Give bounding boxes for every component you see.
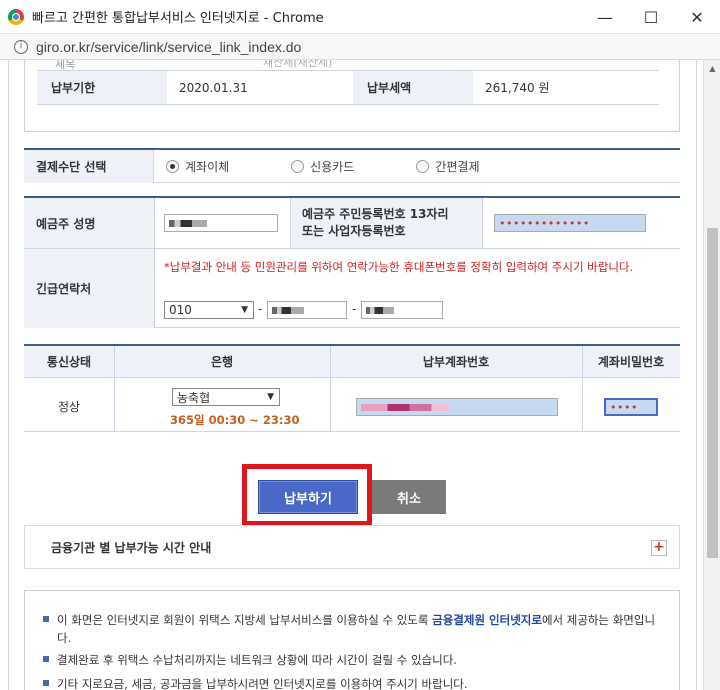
info-bar-label: 금융기관 별 납부가능 시간 안내 <box>51 540 212 555</box>
col-header-account-no: 납부계좌번호 <box>330 346 582 378</box>
divider <box>114 346 115 432</box>
radio-unselected-icon[interactable] <box>291 159 305 173</box>
status-value: 정상 <box>57 400 81 414</box>
bank-hours-text: 365일 00:30 ~ 23:30 <box>170 413 300 427</box>
cancel-button[interactable]: 취소 <box>372 480 446 514</box>
window-controls: — ☐ ✕ <box>582 0 720 34</box>
bill-summary-box: 세목 재산세(재산세) 납부기한 2020.01.31 납부세액 261,740… <box>24 60 680 132</box>
bullet-icon <box>43 680 49 686</box>
radio-account-transfer[interactable]: 계좌이체 <box>166 158 229 175</box>
tax-amount-value: 261,740 원 <box>485 81 550 95</box>
radio-label: 신용카드 <box>310 159 355 174</box>
depositor-id-label-line2: 또는 사업자등록번호 <box>302 224 406 238</box>
payment-method-row: 결제수단 선택 계좌이체 신용카드 간편결제 <box>24 148 680 183</box>
depositor-table: 예금주 성명 예금주 주민등록번호 13자리 또는 사업자등록번호 ••••••… <box>24 196 680 328</box>
col-header-password: 계좌비밀번호 <box>582 346 680 378</box>
depositor-name-label: 예금주 성명 <box>24 198 154 248</box>
frame-border-left <box>8 60 9 690</box>
window-title: 빠르고 간편한 통합납부서비스 인터넷지로 - Chrome <box>32 11 324 26</box>
dropdown-arrow-icon: ▼ <box>267 392 274 402</box>
phone-prefix-value: 010 <box>169 303 192 317</box>
notice-highlight: 금융결제원 인터넷지로 <box>432 613 542 627</box>
radio-selected-icon[interactable] <box>166 159 179 173</box>
phone-dash: - <box>258 302 263 316</box>
partial-value: 재산세(재산세) <box>263 60 333 69</box>
divider <box>290 198 291 248</box>
col-header-bank: 은행 <box>114 346 330 378</box>
radio-unselected-icon[interactable] <box>416 159 430 173</box>
close-button[interactable]: ✕ <box>674 0 720 34</box>
due-date-label: 납부기한 <box>37 71 167 104</box>
depositor-id-input[interactable]: ••••••••••••• <box>494 214 646 232</box>
divider <box>154 198 155 328</box>
page-content: 세목 재산세(재산세) 납부기한 2020.01.31 납부세액 261,740… <box>0 60 703 690</box>
notice-text: 결제완료 후 위택스 수납처리까지는 네트워크 상황에 따라 시간이 걸릴 수 … <box>57 653 457 667</box>
depositor-id-label: 예금주 주민등록번호 13자리 또는 사업자등록번호 <box>290 198 482 248</box>
col-header-status: 통신상태 <box>24 346 114 378</box>
radio-credit-card[interactable]: 신용카드 <box>291 158 354 175</box>
divider <box>482 198 483 248</box>
account-password-input[interactable]: •••• <box>604 398 658 416</box>
expand-plus-icon[interactable]: + <box>651 540 667 556</box>
account-table: 통신상태 은행 납부계좌번호 계좌비밀번호 정상 농축협 ▼ 365일 00:3… <box>24 344 680 432</box>
divider <box>330 346 331 432</box>
scroll-thumb[interactable] <box>707 228 718 558</box>
bullet-icon <box>43 656 49 662</box>
radio-label: 계좌이체 <box>185 159 230 174</box>
maximize-button[interactable]: ☐ <box>628 0 674 34</box>
notice-item: 이 화면은 인터넷지로 회원이 위택스 지방세 납부서비스를 이용하실 수 있도… <box>43 611 663 647</box>
bank-hours-info-bar[interactable]: 금융기관 별 납부가능 시간 안내 + <box>24 525 680 569</box>
depositor-id-label-line1: 예금주 주민등록번호 13자리 <box>302 207 449 221</box>
phone-prefix-select[interactable]: 010 ▼ <box>164 301 254 319</box>
payment-method-label: 결제수단 선택 <box>24 149 154 183</box>
phone-middle-input[interactable] <box>267 301 347 319</box>
url-text[interactable]: giro.or.kr/service/link/service_link_ind… <box>36 39 301 55</box>
tax-amount-label: 납부세액 <box>353 71 473 104</box>
notice-item: 결제완료 후 위택스 수납처리까지는 네트워크 상황에 따라 시간이 걸릴 수 … <box>43 651 663 669</box>
notice-item: 기타 지로요금, 세금, 공과금을 납부하시려면 인터넷지로를 이용하여 주시기… <box>43 675 663 690</box>
chrome-logo-icon <box>8 8 24 25</box>
address-bar: i giro.or.kr/service/link/service_link_i… <box>0 34 720 60</box>
vertical-scrollbar[interactable]: ▲ <box>703 60 720 690</box>
bank-select[interactable]: 농축협 ▼ <box>172 388 280 406</box>
radio-label: 간편결제 <box>435 159 480 174</box>
due-date-value: 2020.01.31 <box>179 80 248 95</box>
highlight-annotation <box>242 464 372 526</box>
phone-dash: - <box>352 302 357 316</box>
window-titlebar: 빠르고 간편한 통합납부서비스 인터넷지로 - Chrome — ☐ ✕ <box>0 0 720 34</box>
minimize-button[interactable]: — <box>582 0 628 34</box>
scroll-up-icon[interactable]: ▲ <box>704 60 720 77</box>
emergency-contact-label: 긴급연락처 <box>24 249 154 328</box>
frame-border-right <box>696 60 697 690</box>
site-info-icon[interactable]: i <box>14 39 28 54</box>
bullet-icon <box>43 616 49 622</box>
contact-notice-text: *납부결과 안내 등 민원관리를 위하여 연락가능한 휴대폰번호를 정확히 입력… <box>164 260 634 274</box>
account-number-input[interactable] <box>356 398 558 416</box>
divider <box>582 346 583 432</box>
notice-box: 이 화면은 인터넷지로 회원이 위택스 지방세 납부서비스를 이용하실 수 있도… <box>24 590 680 690</box>
radio-simple-pay[interactable]: 간편결제 <box>416 158 480 175</box>
depositor-name-input[interactable] <box>164 214 278 232</box>
notice-text: 기타 지로요금, 세금, 공과금을 납부하시려면 인터넷지로를 이용하여 주시기… <box>57 677 468 690</box>
bank-value: 농축협 <box>177 390 211 405</box>
notice-text: 이 화면은 인터넷지로 회원이 위택스 지방세 납부서비스를 이용하실 수 있도… <box>57 613 433 627</box>
divider <box>37 104 659 105</box>
phone-last-input[interactable] <box>361 301 443 319</box>
dropdown-arrow-icon: ▼ <box>241 305 248 315</box>
